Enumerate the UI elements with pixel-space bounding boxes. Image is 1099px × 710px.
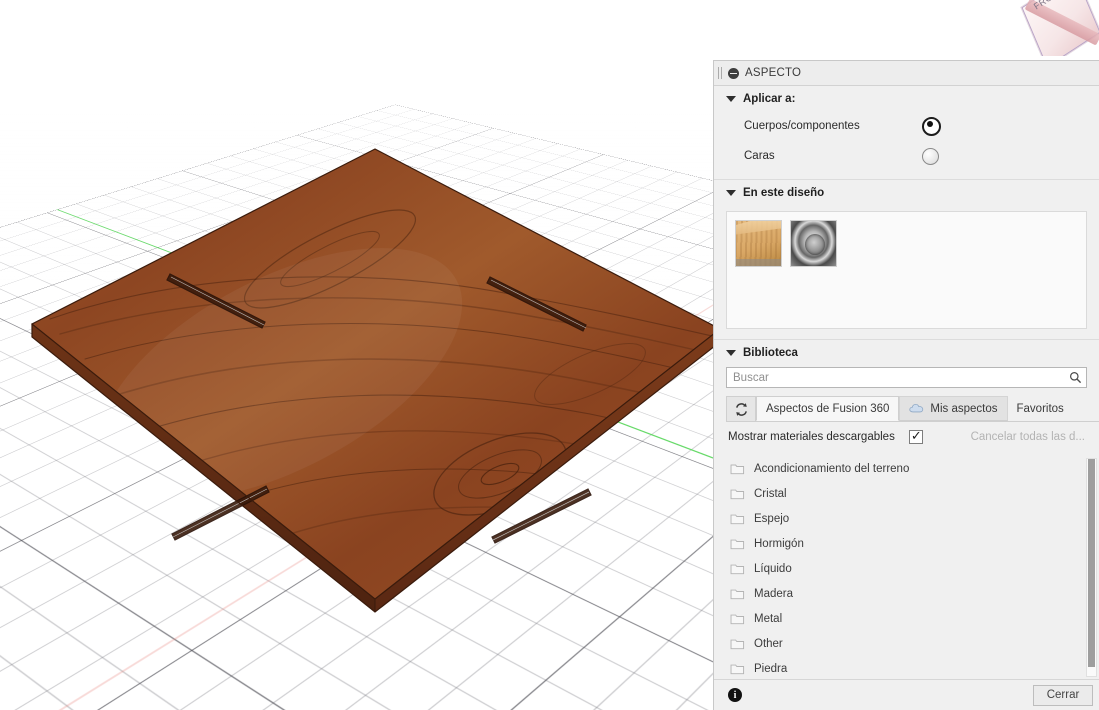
folder-label: Other (754, 637, 783, 650)
library-folder-list[interactable]: Acondicionamiento del terreno Cristal Es… (714, 456, 1099, 680)
drag-grip-icon[interactable] (718, 67, 724, 79)
folder-icon (730, 589, 745, 599)
close-button[interactable]: Cerrar (1033, 684, 1093, 706)
chevron-down-icon[interactable] (726, 96, 736, 102)
apply-option-faces-label: Caras (744, 150, 775, 162)
tab-label: Favoritos (1016, 402, 1064, 415)
folder-icon (730, 639, 745, 649)
apply-option-bodies[interactable]: Cuerpos/componentes (714, 111, 1099, 141)
apply-option-bodies-radio[interactable] (922, 116, 941, 136)
fusion360-appearance-screen: FRONTAL ASPECTO Aplicar a: Cuerpos/compo… (0, 0, 1099, 710)
folder-icon (730, 539, 745, 549)
downloadable-materials-row[interactable]: Mostrar materiales descargables Cancelar… (714, 422, 1099, 452)
tab-mis-aspectos[interactable]: Mis aspectos (899, 396, 1008, 421)
folder-label: Líquido (754, 562, 792, 575)
folder-item[interactable]: Other (714, 631, 1099, 656)
tab-favoritos[interactable]: Favoritos (1008, 396, 1073, 421)
tab-label: Aspectos de Fusion 360 (766, 402, 890, 415)
folder-icon (730, 464, 745, 474)
folder-item[interactable]: Cristal (714, 481, 1099, 506)
search-input[interactable] (727, 370, 1064, 385)
folder-item[interactable]: Espejo (714, 506, 1099, 531)
folder-icon (730, 489, 745, 499)
folder-label: Metal (754, 612, 783, 625)
apply-option-faces-radio[interactable] (922, 147, 939, 165)
info-icon[interactable]: i (728, 688, 742, 702)
folder-item[interactable]: Hormigón (714, 531, 1099, 556)
folder-icon (730, 614, 745, 624)
folder-item[interactable]: Madera (714, 581, 1099, 606)
folder-label: Madera (754, 587, 793, 600)
design-material-grid[interactable] (726, 211, 1087, 329)
folder-label: Acondicionamiento del terreno (754, 462, 910, 475)
folder-item[interactable]: Metal (714, 606, 1099, 631)
folder-label: Espejo (754, 512, 790, 525)
metal-material-swatch[interactable] (790, 220, 837, 267)
scrollbar-thumb[interactable] (1088, 459, 1095, 668)
dialog-title: ASPECTO (745, 67, 802, 79)
wood-material-swatch[interactable] (735, 220, 782, 267)
chevron-down-icon[interactable] (726, 350, 736, 356)
apply-section-header[interactable]: Aplicar a: (714, 86, 1099, 111)
library-tabs[interactable]: Aspectos de Fusion 360 Mis aspectos Favo… (726, 396, 1099, 422)
apply-section-label: Aplicar a: (743, 93, 796, 105)
library-section-label: Biblioteca (743, 347, 798, 359)
design-section-label: En este diseño (743, 187, 825, 199)
apply-option-faces[interactable]: Caras (714, 141, 1099, 171)
cloud-icon (909, 402, 925, 416)
tab-label: Mis aspectos (930, 402, 998, 415)
folder-label: Piedra (754, 662, 788, 675)
wooden-board-model[interactable] (30, 144, 722, 613)
tab-aspectos-fusion-360[interactable]: Aspectos de Fusion 360 (756, 396, 900, 421)
appearance-dialog[interactable]: ASPECTO Aplicar a: Cuerpos/componentes C… (713, 60, 1099, 710)
cancel-downloads-link[interactable]: Cancelar todas las d... (971, 431, 1085, 443)
downloadable-materials-label: Mostrar materiales descargables (728, 431, 895, 443)
folder-list-scrollbar[interactable] (1086, 458, 1097, 677)
library-search-box[interactable] (726, 367, 1087, 388)
search-icon[interactable] (1064, 371, 1086, 384)
design-section-header[interactable]: En este diseño (714, 180, 1099, 205)
folder-item[interactable]: Líquido (714, 556, 1099, 581)
viewcube[interactable]: FRONTAL (1015, 0, 1099, 56)
folder-item[interactable]: Piedra (714, 656, 1099, 679)
apply-option-bodies-label: Cuerpos/componentes (744, 120, 860, 132)
minimize-icon[interactable] (728, 67, 739, 79)
folder-icon (730, 664, 745, 674)
refresh-icon[interactable] (726, 396, 756, 421)
folder-label: Hormigón (754, 537, 804, 550)
folder-icon (730, 514, 745, 524)
library-section-header[interactable]: Biblioteca (714, 340, 1099, 365)
dialog-title-bar[interactable]: ASPECTO (714, 61, 1099, 86)
folder-label: Cristal (754, 487, 787, 500)
downloadable-materials-checkbox[interactable] (908, 428, 923, 444)
folder-item[interactable]: Acondicionamiento del terreno (714, 456, 1099, 481)
folder-icon (730, 564, 745, 574)
dialog-footer: i Cerrar (714, 680, 1099, 710)
chevron-down-icon[interactable] (726, 190, 736, 196)
